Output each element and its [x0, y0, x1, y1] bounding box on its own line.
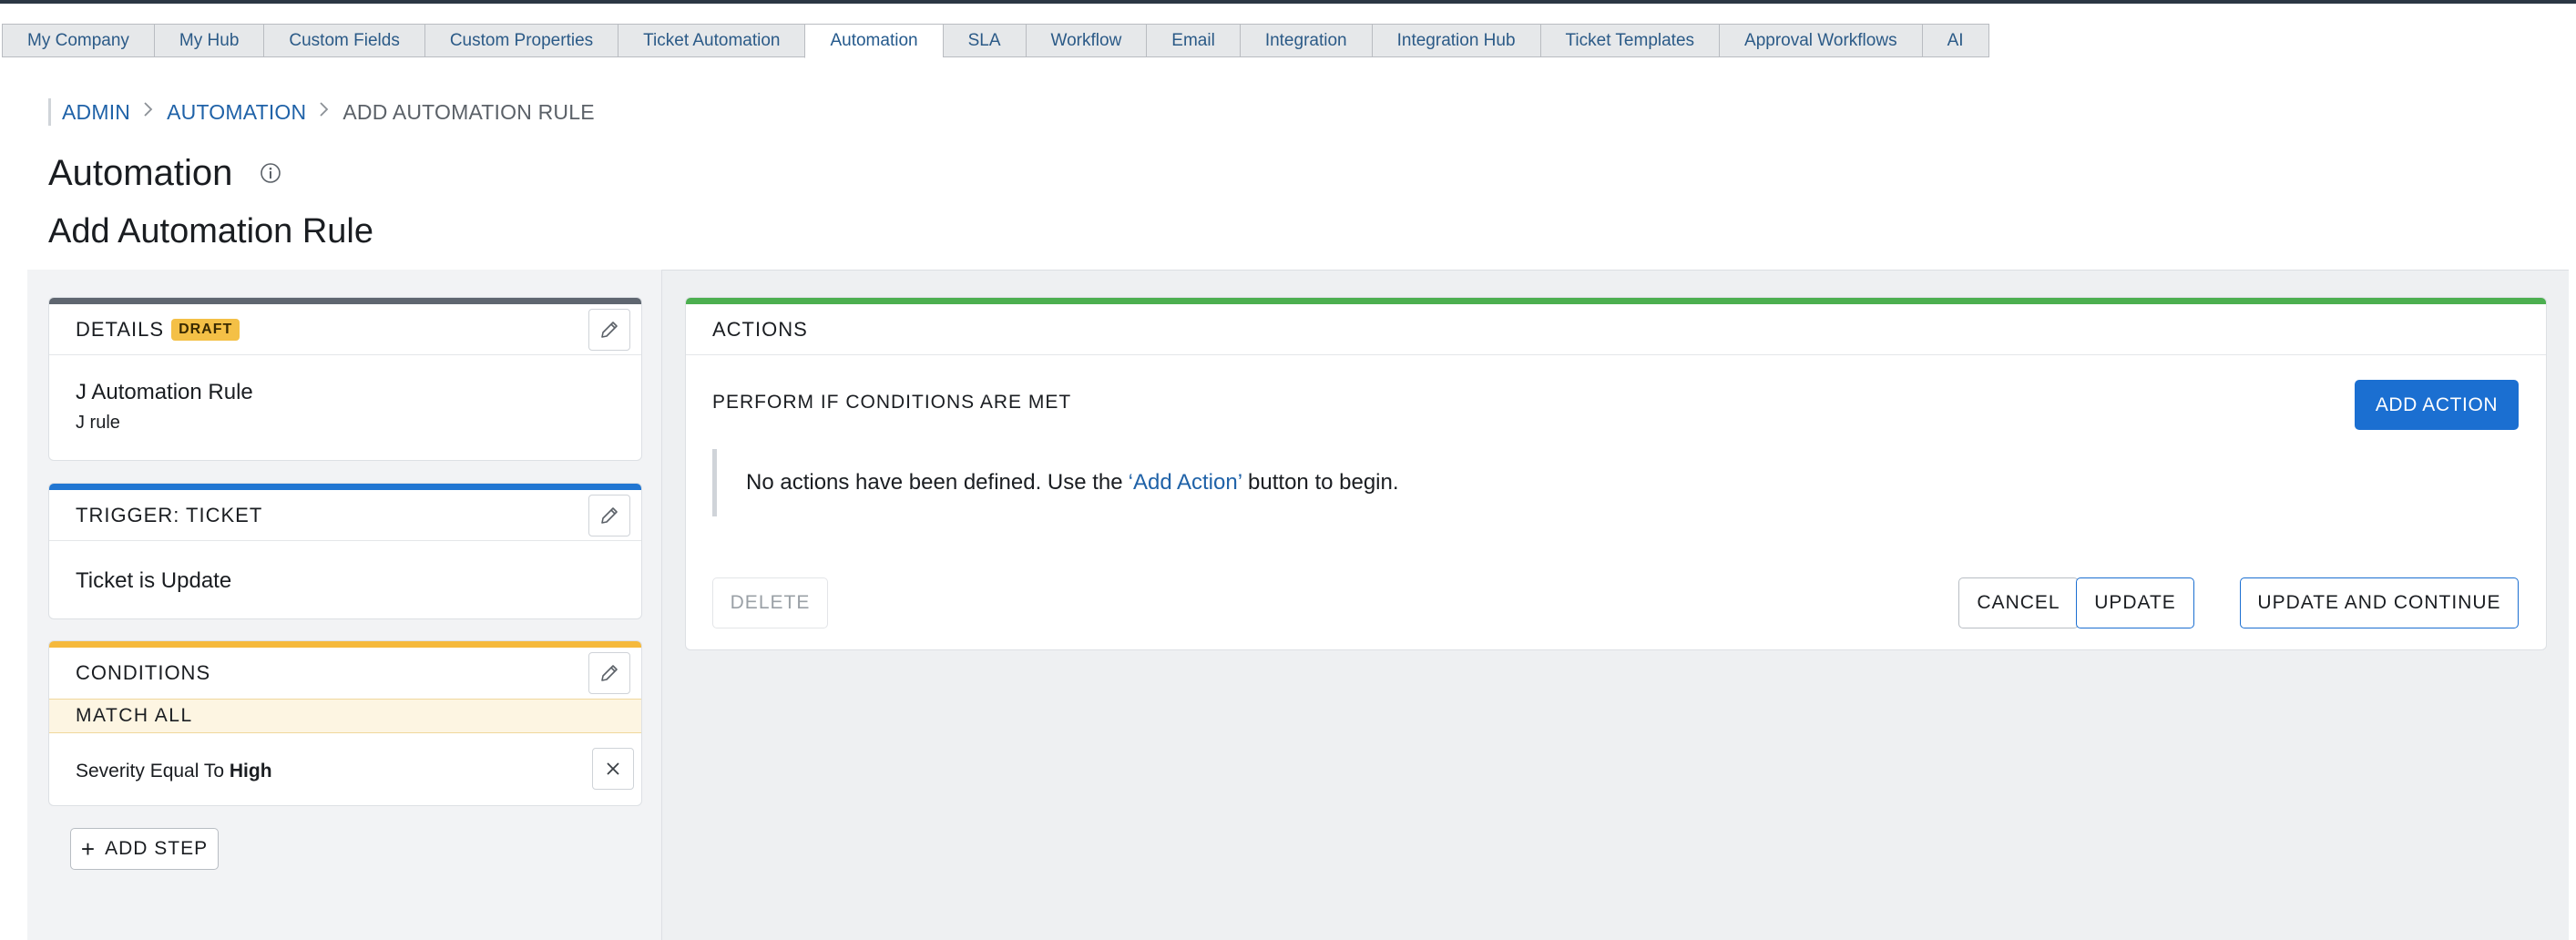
- breadcrumb-current: ADD AUTOMATION RULE: [342, 99, 595, 124]
- tab-workflow[interactable]: Workflow: [1025, 24, 1147, 57]
- perform-label: PERFORM IF CONDITIONS ARE MET: [712, 392, 1072, 413]
- admin-tabs: My Company My Hub Custom Fields Custom P…: [2, 24, 1989, 58]
- rule-name: J Automation Rule: [76, 380, 253, 404]
- trigger-title: TRIGGER: TICKET: [76, 503, 263, 526]
- delete-button[interactable]: DELETE: [712, 577, 828, 628]
- condition-value: High: [229, 761, 272, 782]
- tab-my-company[interactable]: My Company: [2, 24, 154, 57]
- add-action-button[interactable]: ADD ACTION: [2355, 380, 2519, 430]
- draft-badge: DRAFT: [171, 318, 240, 341]
- edit-trigger-button[interactable]: [588, 495, 630, 536]
- edit-conditions-button[interactable]: [588, 652, 630, 694]
- empty-text-after: button to begin.: [1248, 470, 1399, 495]
- update-and-continue-button[interactable]: UPDATE AND CONTINUE: [2240, 577, 2519, 628]
- page-title: Automation: [48, 153, 233, 193]
- details-header: DETAILS DRAFT: [49, 304, 641, 355]
- match-label: MATCH ALL: [76, 705, 193, 726]
- trigger-header: TRIGGER: TICKET: [49, 490, 641, 541]
- close-icon: [607, 762, 619, 775]
- conditions-header: CONDITIONS: [49, 648, 641, 699]
- actions-header: ACTIONS: [686, 304, 2546, 355]
- tab-email[interactable]: Email: [1146, 24, 1240, 57]
- tab-ticket-templates[interactable]: Ticket Templates: [1539, 24, 1720, 57]
- top-bar: [0, 0, 2576, 4]
- empty-text-before: No actions have been defined. Use the: [746, 470, 1123, 495]
- details-accent-line: [49, 298, 641, 304]
- tab-custom-fields[interactable]: Custom Fields: [263, 24, 424, 57]
- pencil-icon: [601, 322, 618, 338]
- actions-accent-line: [686, 298, 2546, 304]
- breadcrumb-admin[interactable]: ADMIN: [62, 100, 130, 125]
- edit-details-button[interactable]: [588, 309, 630, 351]
- tab-ticket-automation[interactable]: Ticket Automation: [618, 24, 805, 57]
- rule-description: J rule: [76, 413, 120, 433]
- add-step-button[interactable]: + ADD STEP: [70, 828, 219, 870]
- chevron-right-icon: [143, 101, 154, 123]
- breadcrumb: ADMIN AUTOMATION ADD AUTOMATION RULE: [48, 98, 595, 126]
- tab-my-hub[interactable]: My Hub: [153, 24, 264, 57]
- tab-custom-properties[interactable]: Custom Properties: [424, 24, 618, 57]
- cancel-button[interactable]: CANCEL: [1958, 577, 2079, 628]
- add-step-label: ADD STEP: [105, 838, 209, 859]
- empty-actions-message: No actions have been defined. Use the ‘A…: [712, 449, 2521, 516]
- conditions-accent-line: [49, 641, 641, 648]
- pencil-icon: [601, 507, 618, 524]
- add-action-link[interactable]: ‘Add Action’: [1129, 470, 1242, 496]
- tab-integration-hub[interactable]: Integration Hub: [1371, 24, 1540, 57]
- details-card: DETAILS DRAFT J Automation Rule J rule: [48, 297, 642, 461]
- page-subtitle: Add Automation Rule: [48, 212, 374, 250]
- breadcrumb-automation[interactable]: AUTOMATION: [167, 100, 306, 125]
- trigger-description: Ticket is Update: [76, 568, 232, 593]
- pencil-icon: [601, 665, 618, 681]
- remove-condition-button[interactable]: [592, 748, 634, 790]
- details-title: DETAILS: [76, 317, 165, 341]
- info-icon[interactable]: [260, 162, 281, 184]
- tab-integration[interactable]: Integration: [1239, 24, 1372, 57]
- actions-card: ACTIONS PERFORM IF CONDITIONS ARE MET AD…: [685, 297, 2547, 650]
- trigger-card: TRIGGER: TICKET Ticket is Update: [48, 483, 642, 619]
- tab-approval-workflows[interactable]: Approval Workflows: [1719, 24, 1922, 57]
- plus-icon: +: [80, 835, 97, 863]
- conditions-title: CONDITIONS: [76, 661, 211, 684]
- chevron-right-icon: [319, 101, 330, 123]
- condition-row: Severity Equal To High: [76, 761, 272, 782]
- tab-sla[interactable]: SLA: [942, 24, 1026, 57]
- match-all-bar: MATCH ALL: [49, 699, 641, 733]
- conditions-card: CONDITIONS MATCH ALL Severity Equal To H…: [48, 640, 642, 806]
- trigger-accent-line: [49, 484, 641, 490]
- tab-automation[interactable]: Automation: [804, 24, 943, 58]
- actions-title: ACTIONS: [712, 317, 808, 341]
- condition-text: Severity Equal To: [76, 761, 225, 782]
- update-button[interactable]: UPDATE: [2076, 577, 2194, 628]
- tab-ai[interactable]: AI: [1921, 24, 1989, 57]
